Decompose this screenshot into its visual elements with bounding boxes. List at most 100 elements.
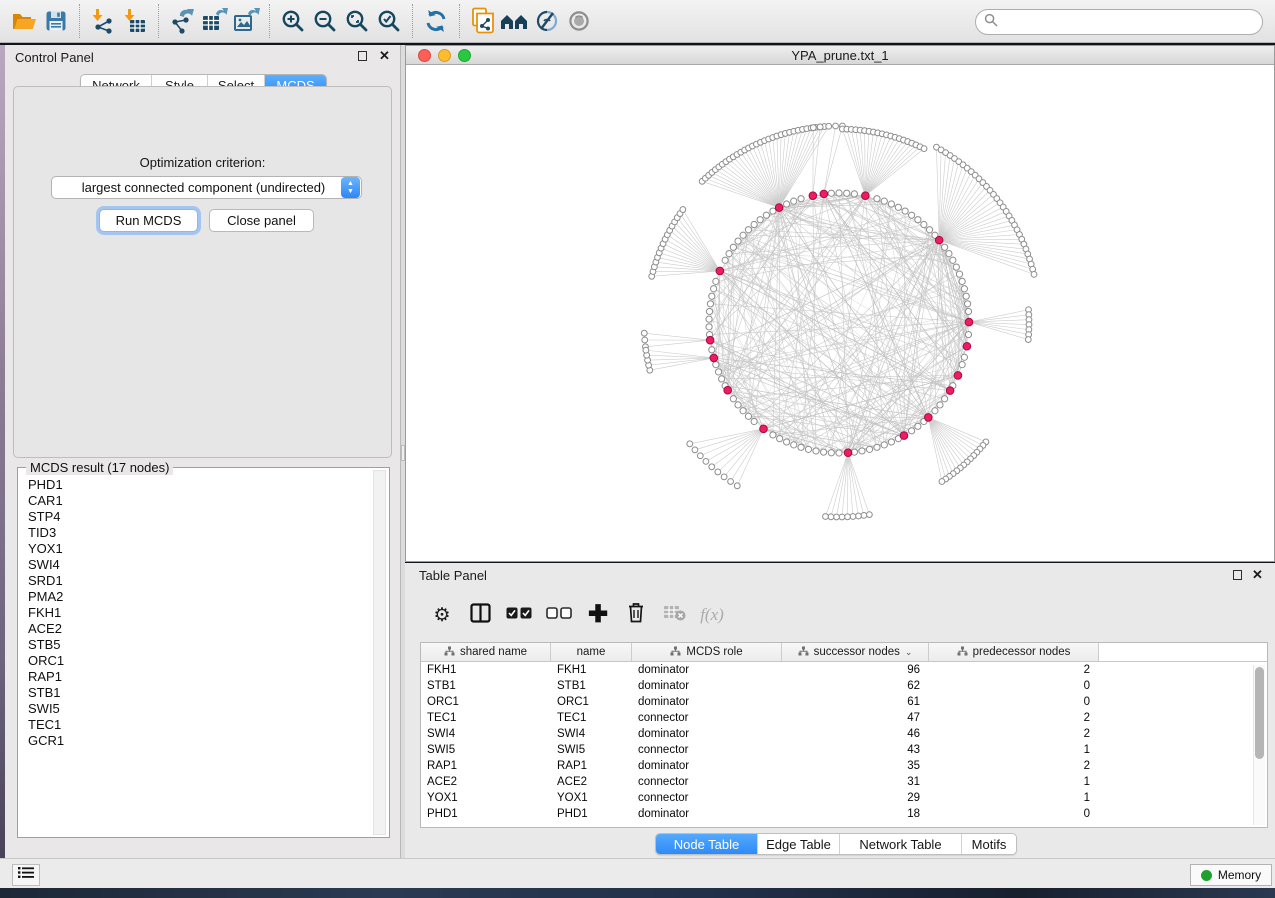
- network-node[interactable]: [836, 450, 842, 456]
- mcds-hub-node[interactable]: [862, 192, 870, 200]
- network-node[interactable]: [859, 448, 865, 454]
- network-node[interactable]: [710, 286, 716, 292]
- mcds-result-item[interactable]: STB1: [28, 685, 368, 701]
- network-node[interactable]: [770, 432, 776, 438]
- apply-layout-button[interactable]: [420, 3, 452, 39]
- network-node[interactable]: [715, 369, 721, 375]
- network-canvas[interactable]: [406, 65, 1274, 561]
- tab-node-table[interactable]: Node Table: [656, 834, 758, 854]
- mcds-hub-node[interactable]: [954, 372, 962, 380]
- table-row[interactable]: SWI4SWI4dominator462: [421, 726, 1267, 742]
- mcds-result-item[interactable]: RAP1: [28, 669, 368, 685]
- task-history-button[interactable]: [12, 864, 40, 886]
- network-node[interactable]: [642, 337, 648, 343]
- network-node[interactable]: [745, 227, 751, 233]
- network-node[interactable]: [735, 402, 741, 408]
- network-node[interactable]: [959, 278, 965, 284]
- mcds-hub-node[interactable]: [809, 192, 817, 200]
- network-node[interactable]: [963, 293, 969, 299]
- import-network-button[interactable]: [87, 3, 119, 39]
- network-node[interactable]: [881, 442, 887, 448]
- network-node[interactable]: [810, 125, 816, 131]
- network-node[interactable]: [740, 232, 746, 238]
- mcds-hub-node[interactable]: [946, 387, 954, 395]
- network-node[interactable]: [680, 207, 686, 213]
- network-node[interactable]: [719, 376, 725, 382]
- import-table-button[interactable]: [119, 3, 151, 39]
- network-node[interactable]: [692, 447, 698, 453]
- network-node[interactable]: [932, 408, 938, 414]
- tab-network-table[interactable]: Network Table: [840, 834, 962, 854]
- network-node[interactable]: [942, 396, 948, 402]
- result-list-scrollbar[interactable]: [373, 470, 386, 835]
- network-node[interactable]: [921, 146, 927, 152]
- table-row[interactable]: TEC1TEC1connector472: [421, 710, 1267, 726]
- mcds-result-item[interactable]: TEC1: [28, 717, 368, 733]
- network-node[interactable]: [722, 257, 728, 263]
- network-node[interactable]: [961, 354, 967, 360]
- network-node[interactable]: [726, 251, 732, 257]
- table-row[interactable]: ACE2ACE2connector311: [421, 774, 1267, 790]
- network-node[interactable]: [956, 271, 962, 277]
- close-panel-button[interactable]: Close panel: [209, 209, 314, 232]
- network-node[interactable]: [828, 514, 834, 520]
- network-node[interactable]: [823, 514, 829, 520]
- create-column-button[interactable]: ✚: [586, 600, 610, 630]
- memory-button[interactable]: Memory: [1190, 864, 1272, 886]
- column-header-shared-name[interactable]: shared name: [421, 643, 551, 661]
- network-node[interactable]: [826, 123, 832, 129]
- mcds-hub-node[interactable]: [844, 449, 852, 457]
- network-node[interactable]: [965, 331, 971, 337]
- network-node[interactable]: [828, 190, 834, 196]
- network-node[interactable]: [856, 513, 862, 519]
- network-node[interactable]: [709, 347, 715, 353]
- network-node[interactable]: [902, 208, 908, 214]
- mcds-hub-node[interactable]: [716, 267, 724, 275]
- network-node[interactable]: [706, 308, 712, 314]
- network-node[interactable]: [909, 428, 915, 434]
- network-node[interactable]: [770, 208, 776, 214]
- table-row[interactable]: ORC1ORC1dominator610: [421, 694, 1267, 710]
- float-panel-icon[interactable]: [1232, 569, 1243, 580]
- network-node[interactable]: [817, 124, 823, 130]
- network-node[interactable]: [866, 446, 872, 452]
- network-node[interactable]: [783, 201, 789, 207]
- save-button[interactable]: [40, 3, 72, 39]
- network-node[interactable]: [687, 441, 693, 447]
- network-node[interactable]: [713, 362, 719, 368]
- mcds-result-item[interactable]: SRD1: [28, 573, 368, 589]
- table-row[interactable]: PHD1PHD1dominator180: [421, 806, 1267, 822]
- network-node[interactable]: [959, 362, 965, 368]
- table-row[interactable]: STB1STB1dominator620: [421, 678, 1267, 694]
- open-file-button[interactable]: [8, 3, 40, 39]
- network-node[interactable]: [937, 402, 943, 408]
- mcds-hub-node[interactable]: [775, 204, 783, 212]
- export-image-button[interactable]: [230, 3, 262, 39]
- network-node[interactable]: [783, 439, 789, 445]
- mcds-result-item[interactable]: PMA2: [28, 589, 368, 605]
- network-node[interactable]: [942, 244, 948, 250]
- mcds-result-item[interactable]: STP4: [28, 509, 368, 525]
- network-node[interactable]: [777, 436, 783, 442]
- network-node[interactable]: [709, 293, 715, 299]
- network-node[interactable]: [763, 212, 769, 218]
- table-scrollbar[interactable]: [1253, 665, 1265, 825]
- search-input[interactable]: [998, 12, 1262, 32]
- table-row[interactable]: SWI5SWI5connector431: [421, 742, 1267, 758]
- network-node[interactable]: [805, 446, 811, 452]
- hide-graphics-button[interactable]: [531, 3, 563, 39]
- network-node[interactable]: [828, 450, 834, 456]
- column-header-name[interactable]: name: [551, 643, 632, 661]
- network-node[interactable]: [791, 198, 797, 204]
- network-node[interactable]: [730, 396, 736, 402]
- table-settings-button[interactable]: ⚙: [430, 600, 454, 630]
- destroy-table-button[interactable]: [662, 600, 686, 630]
- mcds-hub-node[interactable]: [965, 318, 973, 326]
- network-node[interactable]: [915, 217, 921, 223]
- close-panel-icon[interactable]: ✕: [379, 50, 390, 61]
- network-node[interactable]: [926, 227, 932, 233]
- network-node[interactable]: [734, 483, 740, 489]
- network-node[interactable]: [697, 453, 703, 459]
- network-node[interactable]: [709, 464, 715, 470]
- export-table-button[interactable]: [198, 3, 230, 39]
